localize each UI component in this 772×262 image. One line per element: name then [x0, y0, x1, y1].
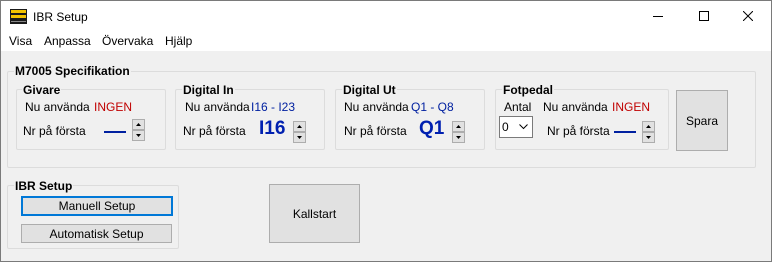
menu-bar: Visa Anpassa Övervaka Hjälp — [1, 31, 771, 51]
spin-down-button[interactable] — [293, 132, 306, 143]
digital-ut-first-label: Nr på första — [344, 124, 407, 138]
fotpedal-spinner[interactable] — [642, 121, 655, 143]
app-icon — [10, 9, 27, 24]
maximize-button[interactable] — [681, 1, 727, 31]
digital-ut-in-use-value: Q1 - Q8 — [411, 100, 454, 114]
chevron-up-icon — [297, 125, 302, 128]
givare-title: Givare — [22, 83, 62, 97]
givare-first-label: Nr på första — [23, 124, 86, 138]
digital-ut-first-value: Q1 — [419, 118, 445, 139]
digital-in-first-label: Nr på första — [183, 124, 246, 138]
fotpedal-title: Fotpedal — [502, 83, 554, 97]
chevron-up-icon — [456, 125, 461, 128]
cold-start-button[interactable]: Kallstart — [269, 184, 360, 243]
ibr-setup-title: IBR Setup — [14, 179, 74, 193]
digital-ut-spinner[interactable] — [452, 121, 465, 143]
menu-visa[interactable]: Visa — [9, 34, 32, 48]
spin-down-button[interactable] — [452, 132, 465, 143]
fotpedal-in-use-label: Nu använda — [543, 100, 608, 114]
chevron-up-icon — [136, 123, 141, 126]
spin-up-button[interactable] — [452, 121, 465, 132]
menu-anpassa[interactable]: Anpassa — [44, 34, 91, 48]
digital-in-title: Digital In — [182, 83, 235, 97]
window-title: IBR Setup — [33, 10, 88, 24]
chevron-down-icon — [519, 124, 528, 130]
givare-in-use-value: INGEN — [94, 100, 133, 114]
save-button[interactable]: Spara — [676, 90, 728, 151]
spin-down-button[interactable] — [132, 130, 145, 141]
fotpedal-antal-select[interactable]: 0 — [499, 116, 533, 138]
givare-in-use-label: Nu använda — [25, 100, 90, 114]
spin-up-button[interactable] — [642, 121, 655, 132]
spec-group-title: M7005 Specifikation — [14, 64, 131, 78]
digital-in-first-value: I16 — [259, 118, 286, 139]
maximize-icon — [699, 11, 709, 21]
digital-ut-title: Digital Ut — [342, 83, 397, 97]
givare-first-value-empty — [104, 131, 126, 133]
close-button[interactable] — [725, 1, 771, 31]
fotpedal-antal-value: 0 — [502, 120, 509, 134]
fotpedal-first-value-empty — [614, 131, 636, 133]
minimize-icon — [653, 16, 663, 17]
fotpedal-antal-label: Antal — [504, 100, 532, 114]
menu-hjalp[interactable]: Hjälp — [165, 34, 192, 48]
minimize-button[interactable] — [635, 1, 681, 31]
fotpedal-first-label: Nr på första — [547, 124, 610, 138]
automatic-setup-button[interactable]: Automatisk Setup — [21, 224, 172, 243]
digital-in-spinner[interactable] — [293, 121, 306, 143]
digital-in-in-use-value: I16 - I23 — [251, 100, 296, 114]
spin-up-button[interactable] — [293, 121, 306, 132]
menu-overvaka[interactable]: Övervaka — [102, 34, 153, 48]
chevron-down-icon — [136, 134, 141, 137]
givare-spinner[interactable] — [132, 119, 145, 141]
title-bar: IBR Setup — [1, 1, 771, 31]
digital-ut-in-use-label: Nu använda — [344, 100, 409, 114]
chevron-down-icon — [456, 136, 461, 139]
chevron-down-icon — [297, 136, 302, 139]
spin-down-button[interactable] — [642, 132, 655, 143]
app-window: IBR Setup Visa Anpassa Övervaka Hjälp M7… — [0, 0, 772, 262]
manual-setup-button[interactable]: Manuell Setup — [21, 196, 173, 216]
spin-up-button[interactable] — [132, 119, 145, 130]
digital-in-in-use-label: Nu använda — [185, 100, 250, 114]
chevron-down-icon — [646, 136, 651, 139]
chevron-up-icon — [646, 125, 651, 128]
fotpedal-in-use-value: INGEN — [612, 100, 651, 114]
close-icon — [743, 11, 753, 21]
